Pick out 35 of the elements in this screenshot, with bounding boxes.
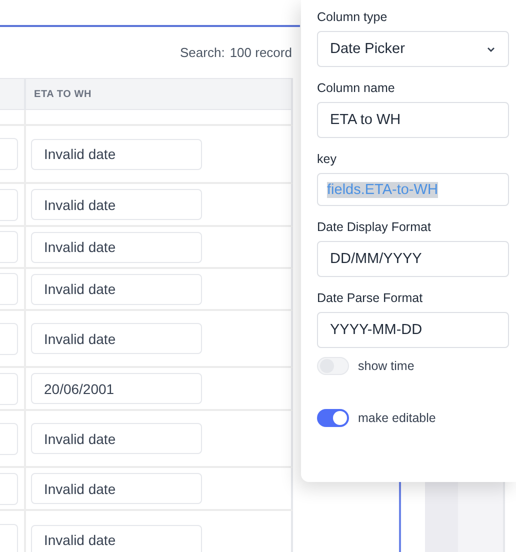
date-field[interactable]: Invalid date [31,189,202,220]
date-field[interactable] [0,524,18,552]
search-label: Search: [180,45,225,60]
text-field[interactable]: DD/MM/YYYY [317,241,509,277]
field-label: Column name [317,81,396,95]
field-label: Date Display Format [317,220,432,234]
date-field[interactable] [0,138,18,170]
toggle-label: show time [358,359,414,373]
date-field[interactable] [0,273,18,305]
date-field[interactable]: Invalid date [31,232,202,262]
toggle-switch[interactable] [317,409,349,427]
date-field[interactable] [0,188,18,220]
text-field[interactable]: YYYY-MM-DD [317,312,509,348]
column-header: ETA TO WH [26,78,293,110]
date-field[interactable] [0,372,18,404]
record-count: 100 record [230,45,292,60]
date-field[interactable]: Invalid date [31,138,202,170]
date-field[interactable]: Invalid date [31,524,202,552]
toggle-label: make editable [358,411,436,425]
text-field[interactable]: ETA to WH [317,102,509,138]
field-label: Column type [317,10,388,24]
date-field[interactable] [0,472,18,504]
date-field[interactable] [0,422,18,454]
date-field[interactable]: 20/06/2001 [31,373,202,404]
field-label: key [317,152,338,166]
field-label: Date Parse Format [317,291,424,305]
date-field[interactable]: Invalid date [31,473,202,504]
chevron-down-icon [486,46,496,52]
date-field[interactable] [0,322,18,354]
date-field[interactable]: Invalid date [31,323,202,354]
column-type-select[interactable]: Date Picker [317,31,509,67]
date-field[interactable] [0,231,18,263]
date-field[interactable]: Invalid date [31,274,202,304]
date-field[interactable]: Invalid date [31,423,202,454]
toggle-switch[interactable] [317,357,349,375]
